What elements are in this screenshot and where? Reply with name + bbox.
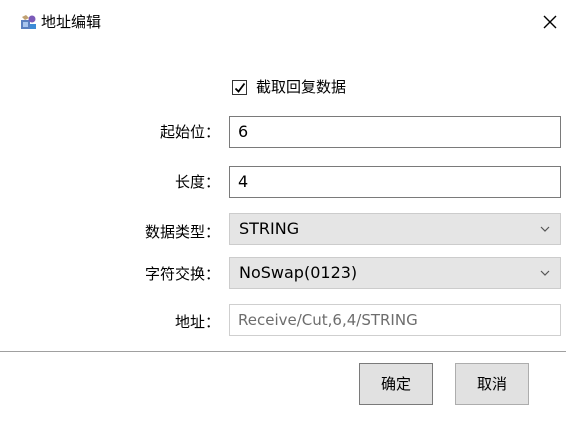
dialog-title: 地址编辑: [41, 13, 102, 31]
cancel-button[interactable]: 取消: [455, 363, 529, 405]
capture-reply-checkbox[interactable]: [232, 79, 247, 95]
length-input[interactable]: 4: [229, 166, 561, 198]
data-type-select[interactable]: STRING: [229, 213, 561, 245]
length-label: 长度：: [174, 173, 220, 191]
title-bar: 地址编辑: [0, 0, 566, 45]
start-bit-label: 起始位：: [159, 123, 220, 141]
capture-reply-label: 截取回复数据: [256, 78, 347, 96]
address-field: Receive/Cut,6,4/STRING: [229, 304, 561, 336]
close-icon: [543, 15, 557, 29]
char-swap-select[interactable]: NoSwap(0123): [229, 257, 561, 289]
close-button[interactable]: [540, 12, 560, 32]
data-type-label: 数据类型：: [144, 223, 220, 241]
chevron-down-icon: [540, 270, 550, 276]
char-swap-value: NoSwap(0123): [239, 263, 358, 282]
app-icon: [20, 14, 37, 31]
address-edit-dialog: 地址编辑 截取回复数据 起始位： 6 长度： 4 数据类型： STRING 字符…: [0, 0, 566, 439]
chevron-down-icon: [540, 226, 550, 232]
char-swap-label: 字符交换：: [144, 265, 220, 283]
start-bit-input[interactable]: 6: [229, 116, 561, 148]
data-type-value: STRING: [239, 219, 300, 238]
footer-divider: [0, 351, 566, 352]
checkmark-icon: [234, 82, 246, 93]
address-label: 地址：: [174, 313, 220, 331]
ok-button[interactable]: 确定: [359, 363, 433, 405]
capture-reply-checkbox-row[interactable]: 截取回复数据: [232, 77, 346, 97]
